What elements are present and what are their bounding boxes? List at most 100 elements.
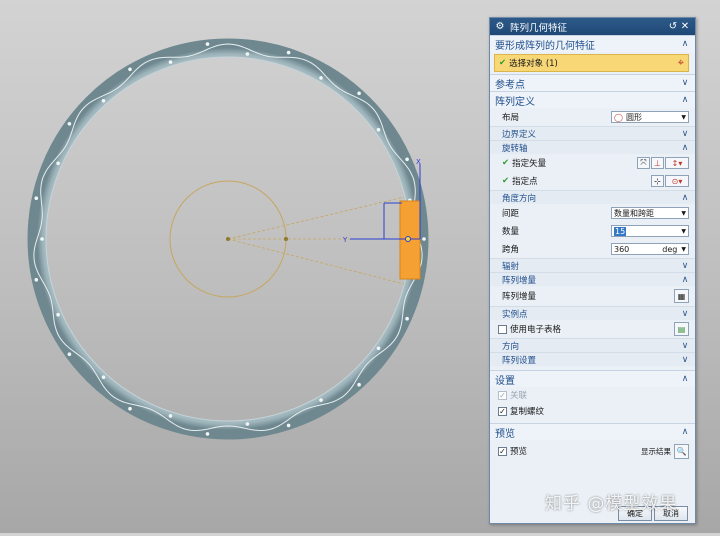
count-input[interactable]: 15 ▼ [611,225,689,237]
ring-dot [376,346,381,351]
span-unit: deg [662,244,678,254]
increment-label: 阵列增量 [502,292,537,302]
spacing-value: 数量和跨距 [614,208,654,218]
axis-x-label: X [416,158,421,166]
dropdown-arrow-icon: ▼ [681,245,686,253]
section-feature-label: 要形成阵列的几何特征 [495,40,595,52]
reverse-direction-icon[interactable]: ⤧ [637,157,650,169]
pattern-settings-label: 阵列设置 [502,355,537,366]
ring-dot [56,312,60,317]
boundary-header[interactable]: 边界定义 ∨ [490,126,695,140]
ring-dot [67,352,72,357]
count-value: 15 [614,226,627,236]
section-preview-header[interactable]: 预览 ∧ [490,423,695,440]
angle-direction-header[interactable]: 角度方向 ∧ [490,190,695,204]
layout-select[interactable]: ◯ 圆形 ▼ [611,111,689,123]
assoc-row: ✓ 关联 [490,387,695,403]
magnifier-icon[interactable]: 🔍 [674,443,689,459]
ring-dot [168,60,173,64]
dialog-title: 阵列几何特征 [510,22,568,34]
section-reference-header[interactable]: 参考点 ∨ [490,74,695,91]
ring-dot [405,157,409,162]
count-label: 数量 [502,227,520,237]
span-label: 跨角 [502,245,520,255]
pattern-feature-dialog: ⚙ 阵列几何特征 ↺ ✕ 要形成阵列的几何特征 ∧ ✔ 选择对象 (1) ⌖ 参… [489,17,696,524]
circle-icon: ◯ [614,112,623,122]
ring-dot [422,237,426,241]
radiation-header[interactable]: 辐射 ∨ [490,258,695,272]
span-input[interactable]: 360 deg ▼ [611,243,689,255]
increment-header[interactable]: 阵列增量 ∧ [490,272,695,286]
ring-dot [168,414,173,418]
ring-dot [34,196,39,200]
chevron-down-icon: ∨ [681,308,689,319]
ring-dot [56,161,60,166]
instance-header[interactable]: 实例点 ∨ [490,306,695,320]
chevron-up-icon: ∧ [681,192,689,203]
ring-dot [245,52,250,56]
spreadsheet-checkbox[interactable] [498,324,507,334]
chevron-up-icon: ∧ [681,39,689,49]
spreadsheet-row: 使用电子表格 ▤ [490,320,695,338]
ring-dot [205,42,210,46]
vector-dialog-icon[interactable]: ⊥ [651,157,664,169]
section-feature-header[interactable]: 要形成阵列的几何特征 ∧ [490,35,695,52]
chevron-down-icon: ∨ [681,354,689,365]
spacing-select[interactable]: 数量和跨距 ▼ [611,207,689,219]
ring-dot [128,406,132,411]
close-icon[interactable]: ✕ [679,21,691,32]
point-row: ✔ 指定点 ⊹ ⊙▾ [490,172,695,190]
crosshair-icon[interactable]: ⌖ [678,56,684,70]
increment-section-label: 阵列增量 [502,275,537,286]
vector-type-icon[interactable]: ↕▾ [665,157,689,169]
preview-row: ✓ 预览 显示结果 🔍 [490,440,695,462]
center-point [226,237,230,241]
spreadsheet-label: 使用电子表格 [510,325,562,335]
preview-checkbox[interactable]: ✓ [498,446,507,456]
dialog-titlebar[interactable]: ⚙ 阵列几何特征 ↺ ✕ [490,18,695,35]
point-type-icon[interactable]: ⊙▾ [665,175,689,187]
assoc-label: 关联 [510,391,528,401]
section-pattern-label: 阵列定义 [495,96,535,108]
count-row: 数量 15 ▼ [490,222,695,240]
ring-dot [67,122,72,126]
copy-thread-checkbox[interactable]: ✓ [498,406,507,416]
point-dialog-icon[interactable]: ⊹ [651,175,664,187]
spreadsheet-icon[interactable]: ▤ [674,322,689,336]
section-pattern-header[interactable]: 阵列定义 ∧ [490,91,695,108]
chevron-up-icon: ∧ [681,374,689,384]
ring-dot [357,91,361,96]
axis-header[interactable]: 旋转轴 ∧ [490,140,695,154]
checkmark-icon: ✔ [502,176,510,186]
section-settings-header[interactable]: 设置 ∧ [490,370,695,387]
assoc-checkbox: ✓ [498,390,507,400]
checkmark-icon: ✔ [502,158,510,168]
select-object-field[interactable]: ✔ 选择对象 (1) ⌖ [494,54,689,72]
dropdown-arrow-icon: ▼ [681,113,686,121]
chevron-up-icon: ∧ [681,95,689,105]
section-settings-label: 设置 [495,375,515,387]
ring-dot [34,278,39,282]
copy-thread-label: 复制螺纹 [510,407,545,417]
dropdown-arrow-icon: ▼ [681,227,686,235]
chevron-down-icon: ∨ [681,340,689,351]
select-object-label: 选择对象 (1) [509,59,558,69]
watermark-text: 知乎 @模型效果 [545,494,678,514]
layout-row: 布局 ◯ 圆形 ▼ [490,108,695,126]
ring-dot [286,50,291,55]
pattern-settings-header[interactable]: 阵列设置 ∨ [490,352,695,366]
reset-icon[interactable]: ↺ [667,21,679,32]
reference-line-bottom [227,238,405,285]
ring-dot [405,316,409,321]
ring-dot [376,127,381,132]
gear-icon: ⚙ [495,21,505,32]
span-row: 跨角 360 deg ▼ [490,240,695,258]
copy-thread-row: ✓ 复制螺纹 [490,403,695,419]
chevron-down-icon: ∨ [681,128,689,139]
mid-point [284,237,288,241]
instance-label: 实例点 [502,309,528,320]
direction-header[interactable]: 方向 ∨ [490,338,695,352]
chevron-up-icon: ∧ [681,142,689,153]
table-grid-icon[interactable]: ▦ [674,289,689,303]
checkmark-icon: ✔ [499,58,507,68]
